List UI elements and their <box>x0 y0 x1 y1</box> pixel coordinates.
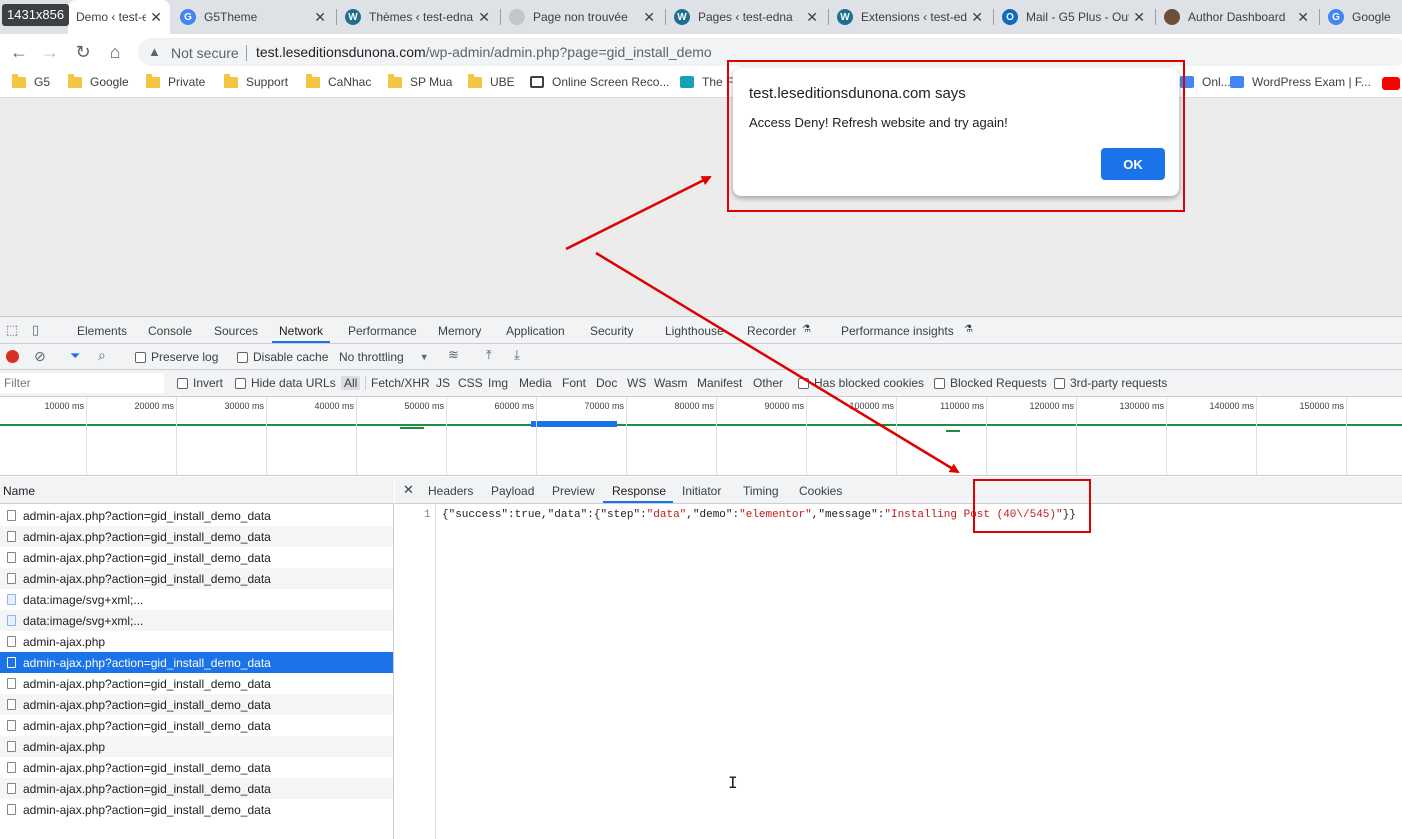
annotation-arrows <box>565 175 960 474</box>
annotation-arrow-to-dialog <box>565 175 712 251</box>
annotation-arrow-to-response <box>595 251 960 474</box>
screenshot-root: Demo ‹ test-edna✕GG5Theme✕WThèmes ‹ test… <box>0 0 1402 839</box>
